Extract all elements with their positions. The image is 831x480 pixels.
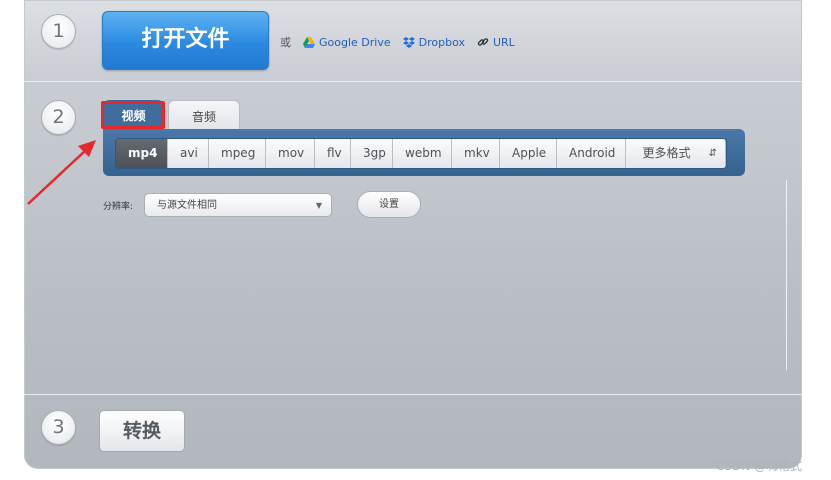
annotation-arrow-icon xyxy=(27,140,96,205)
watermark: CSDN @嗨格式 xyxy=(716,459,803,473)
